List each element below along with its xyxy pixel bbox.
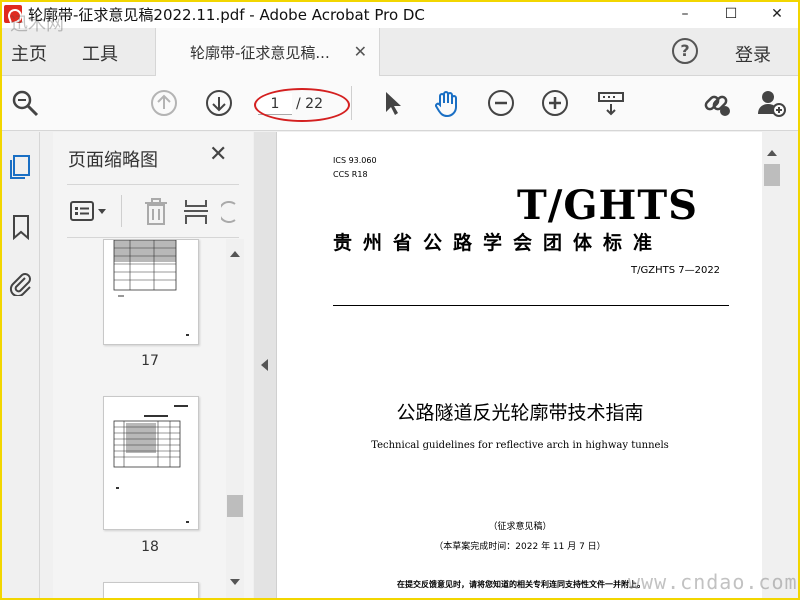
scroll-up-arrow[interactable] [230,251,240,257]
window-title: 轮廓带-征求意见稿2022.11.pdf - Adobe Acrobat Pro… [28,5,425,24]
options-menu-icon[interactable] [69,199,109,225]
page-down-icon[interactable] [204,88,234,118]
document-tab-title: 轮廓带-征求意见稿... [190,43,330,62]
select-cursor-icon[interactable] [378,88,408,118]
page-thumbnail[interactable] [103,396,199,530]
document-tab[interactable]: 轮廓带-征求意见稿... ✕ [155,28,380,76]
scroll-thumb[interactable] [764,164,780,186]
document-scrollbar[interactable] [762,132,800,600]
ics-code: ICS 93.060 [333,156,377,165]
panel-splitter[interactable] [254,132,276,600]
view-mode-icon[interactable] [596,88,626,118]
panel-title: 页面缩略图 [68,150,158,171]
collapse-panel-icon[interactable] [261,359,268,371]
delete-page-icon[interactable] [143,198,169,226]
document-page: ICS 93.060 CCS R18 T/GHTS 贵州省公路学会团体标准 T/… [276,132,762,600]
scroll-up-arrow[interactable] [767,150,777,156]
window-controls: – ☐ ✕ [662,0,800,28]
thumbnail-page-number: 17 [141,353,159,369]
page-preview [113,239,189,336]
add-user-icon[interactable] [756,88,786,118]
search-zoom-icon[interactable] [10,88,40,118]
home-tab[interactable]: 主页 [11,40,47,66]
tab-bar: 主页 工具 轮廓带-征求意见稿... ✕ ? 登录 [0,28,800,76]
attachment-icon[interactable] [8,270,34,296]
page-thumbnail[interactable] [103,239,199,345]
navigation-rail [0,132,40,600]
page-thumbnail[interactable] [103,582,199,600]
watermark-bottom-right: www.cndao.com [628,570,798,594]
draft-completion-date: （本草案完成时间：2022 年 11 月 7 日） [434,542,606,552]
thumbnail-page-number: 18 [141,539,159,555]
draft-label: （征求意见稿） [488,522,552,532]
scroll-down-arrow[interactable] [230,579,240,585]
close-window-button[interactable]: ✕ [754,0,800,28]
zoom-in-icon[interactable] [540,88,570,118]
red-annotation-ellipse [254,88,350,122]
scroll-thumb[interactable] [227,495,243,517]
hand-tool-icon[interactable] [432,88,462,118]
login-button[interactable]: 登录 [735,41,771,67]
thumbnail-tools [67,184,239,238]
thumbnail-panel: 页面缩略图 ✕ 17 18 [53,132,253,600]
minimize-button[interactable]: – [662,0,708,28]
document-title-english: Technical guidelines for reflective arch… [371,440,669,451]
patent-notice: 在提交反馈意见时，请将您知道的相关专利连同支持性文件一并附上。 [397,580,645,589]
page-thumbnails-icon[interactable] [8,154,34,180]
title-bar: 轮廓带-征求意见稿2022.11.pdf - Adobe Acrobat Pro… [0,0,800,28]
insert-page-icon[interactable] [183,198,209,226]
document-title: 公路隧道反光轮廓带技术指南 [396,402,644,424]
close-tab-icon[interactable]: ✕ [354,42,367,61]
standard-brand: T/GHTS [517,182,698,229]
tools-tab[interactable]: 工具 [82,40,118,66]
tools-divider [121,195,122,227]
page-preview [113,405,189,523]
zoom-out-icon[interactable] [486,88,516,118]
bookmark-icon[interactable] [8,214,34,240]
header-rule [333,305,729,306]
help-icon[interactable]: ? [672,38,698,64]
toolbar-divider [351,86,352,120]
thumbnail-list: 17 18 [67,239,239,600]
panel-close-icon[interactable]: ✕ [209,142,227,167]
toolbar: 1 / 22 [0,76,800,131]
rotate-page-icon[interactable] [221,198,239,226]
standard-category: 贵州省公路学会团体标准 [333,232,664,254]
thumbnail-scrollbar[interactable] [226,239,244,600]
ccs-code: CCS R18 [333,170,368,179]
maximize-button[interactable]: ☐ [708,0,754,28]
share-link-icon[interactable] [702,88,732,118]
watermark-top-left: 迅木网 [10,14,64,35]
ics-classification: ICS 93.060 CCS R18 [333,154,377,182]
standard-code: T/GZHTS 7—2022 [631,265,721,276]
page-up-icon[interactable] [149,88,179,118]
